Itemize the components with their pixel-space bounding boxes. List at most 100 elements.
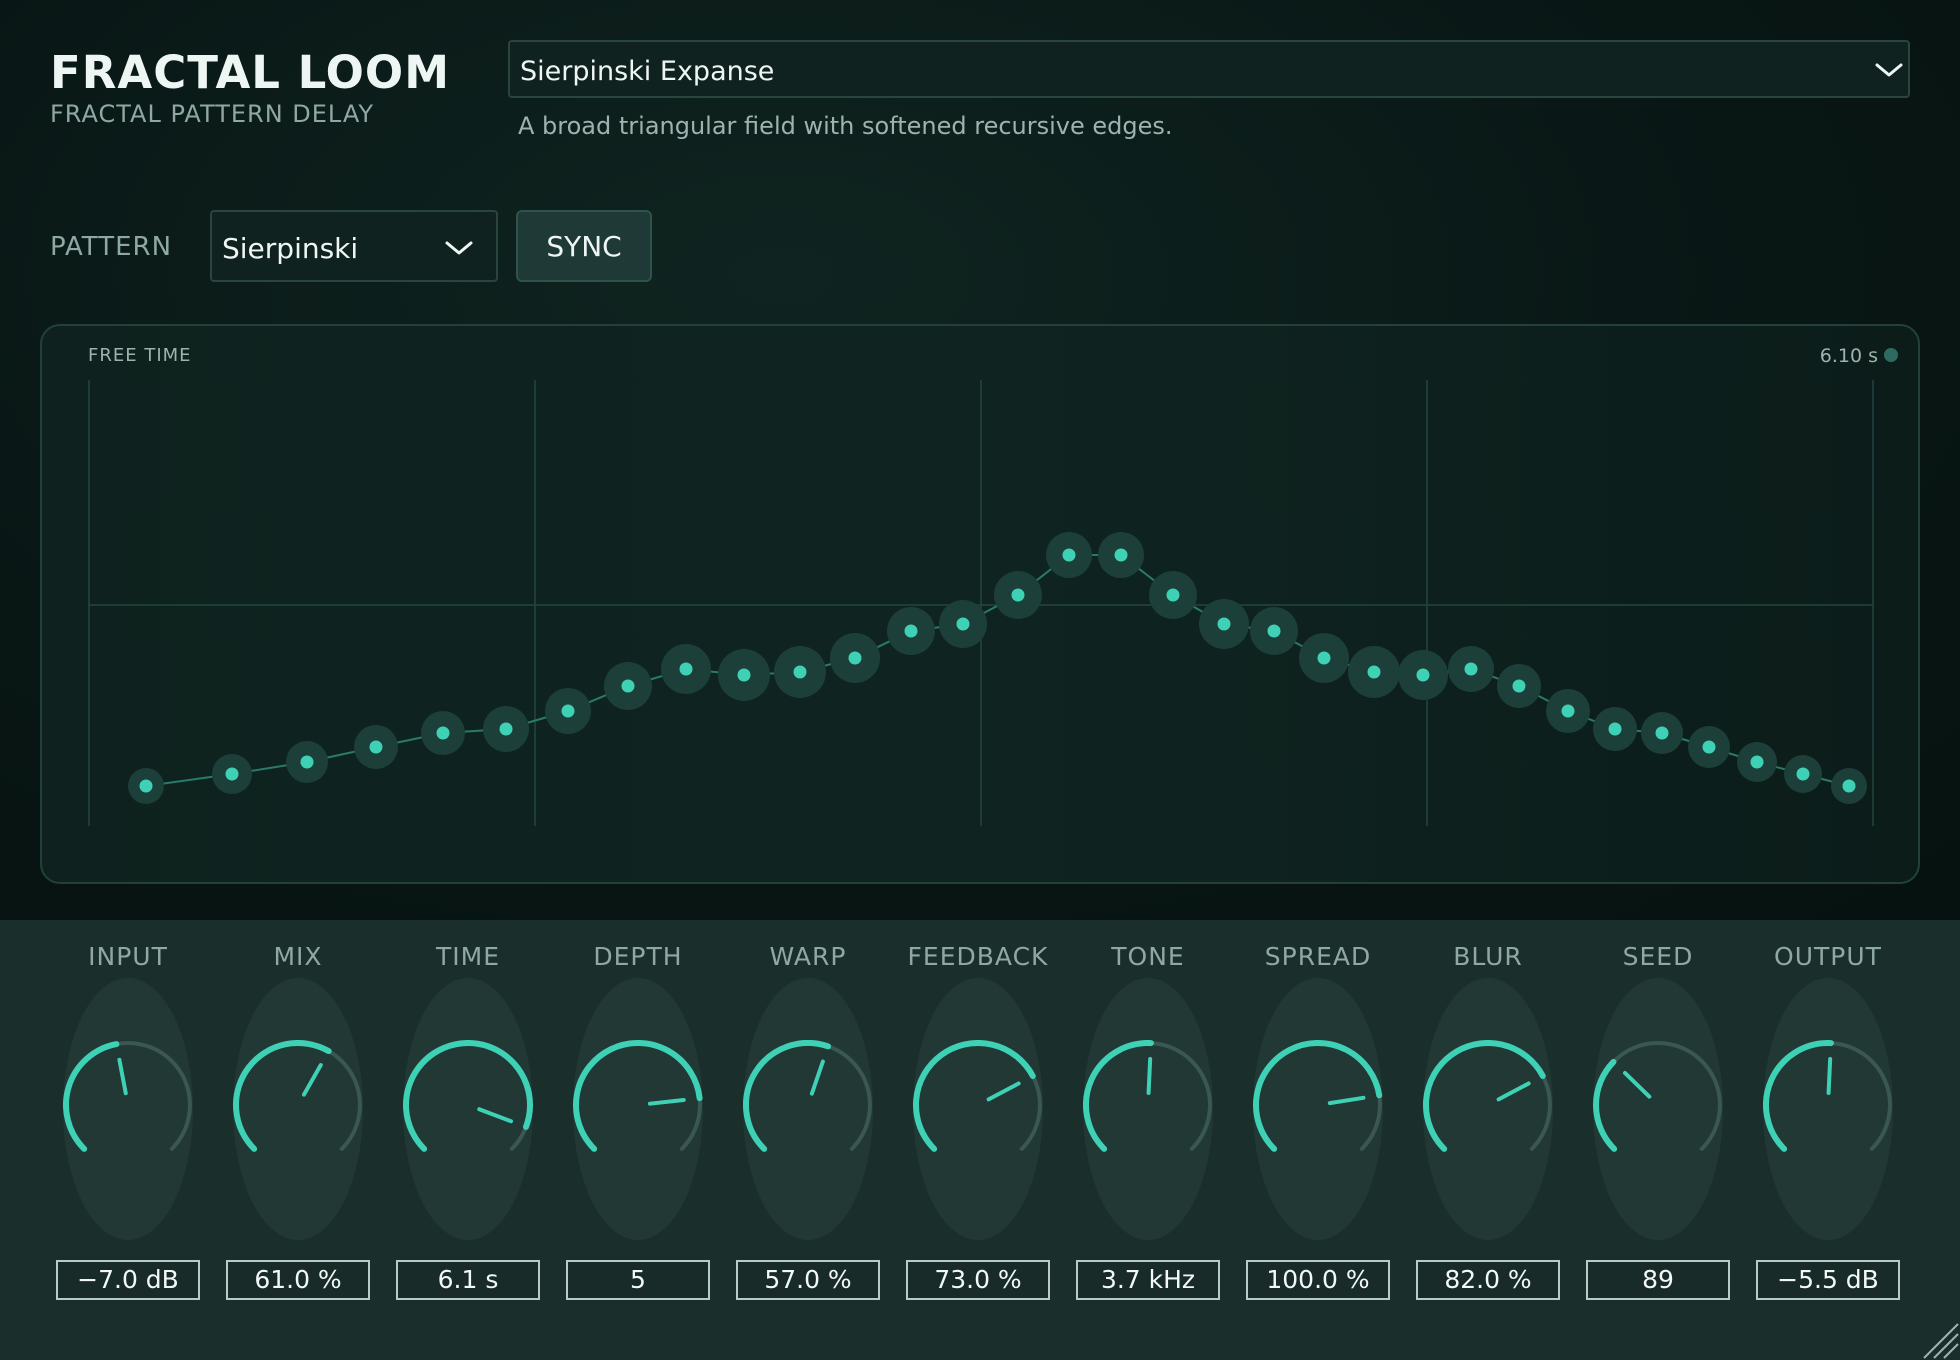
tap-point <box>1367 665 1381 679</box>
knob-label: WARP <box>769 942 847 971</box>
knob-value-arc <box>403 1040 533 1152</box>
knob-label: OUTPUT <box>1774 942 1882 971</box>
knob-mix[interactable] <box>233 1040 363 1170</box>
knob-value-arc <box>63 1041 120 1152</box>
knob-tone[interactable] <box>1083 1040 1213 1170</box>
tap-point <box>1416 668 1430 682</box>
tap-point <box>1011 588 1025 602</box>
tap-point <box>737 668 751 682</box>
tap-point <box>1750 755 1764 769</box>
knob-label: SEED <box>1622 942 1694 971</box>
knob-group-tone: TONE 3.7 kHz <box>1063 920 1233 1360</box>
knob-pointer <box>647 1097 686 1106</box>
knob-pointer <box>301 1063 323 1097</box>
knob-value-field[interactable]: 73.0 % <box>906 1260 1050 1300</box>
knob-pointer <box>1622 1070 1652 1099</box>
knob-group-input: INPUT −7.0 dB <box>43 920 213 1360</box>
knob-warp[interactable] <box>743 1040 873 1170</box>
tap-point <box>1561 704 1575 718</box>
knob-value-field[interactable]: 82.0 % <box>1416 1260 1560 1300</box>
knob-pointer <box>1327 1095 1366 1106</box>
knob-label: INPUT <box>88 942 168 971</box>
knob-group-output: OUTPUT −5.5 dB <box>1743 920 1913 1360</box>
knob-spread[interactable] <box>1253 1040 1383 1170</box>
knob-value-field[interactable]: −5.5 dB <box>1756 1260 1900 1300</box>
tap-point <box>904 624 918 638</box>
tap-point <box>793 665 807 679</box>
knob-value-arc <box>233 1040 332 1152</box>
knob-value-arc <box>1763 1040 1834 1152</box>
tap-point <box>679 662 693 676</box>
knob-input[interactable] <box>63 1040 193 1170</box>
knob-value-field[interactable]: −7.0 dB <box>56 1260 200 1300</box>
knob-group-warp: WARP 57.0 % <box>723 920 893 1360</box>
knob-label: MIX <box>273 942 323 971</box>
tap-point <box>1655 726 1669 740</box>
tap-point <box>369 740 383 754</box>
tap-point <box>1114 548 1128 562</box>
knob-group-mix: MIX 61.0 % <box>213 920 383 1360</box>
tap-point <box>300 755 314 769</box>
knob-value-arc <box>573 1040 703 1152</box>
tap-point <box>1062 548 1076 562</box>
knob-value-arc <box>1083 1040 1154 1152</box>
knob-label: FEEDBACK <box>907 942 1049 971</box>
knob-value-field[interactable]: 3.7 kHz <box>1076 1260 1220 1300</box>
tap-point <box>1796 767 1810 781</box>
knob-value-field[interactable]: 89 <box>1586 1260 1730 1300</box>
knob-label: TONE <box>1111 942 1185 971</box>
knob-pointer <box>809 1059 825 1096</box>
knob-label: TIME <box>435 942 500 971</box>
tap-pattern-graph[interactable] <box>0 0 1960 920</box>
tap-point <box>1842 779 1856 793</box>
knob-group-seed: SEED 89 <box>1573 920 1743 1360</box>
knob-value-field[interactable]: 6.1 s <box>396 1260 540 1300</box>
tap-point <box>1702 740 1716 754</box>
tap-point <box>1608 722 1622 736</box>
knob-feedback[interactable] <box>913 1040 1043 1170</box>
knob-pointer <box>1826 1057 1833 1096</box>
knob-group-blur: BLUR 82.0 % <box>1403 920 1573 1360</box>
tap-point <box>956 617 970 631</box>
knob-label: DEPTH <box>593 942 683 971</box>
knob-value-field[interactable]: 5 <box>566 1260 710 1300</box>
knob-value-arc <box>1423 1040 1546 1152</box>
tap-point <box>225 767 239 781</box>
knob-label: BLUR <box>1453 942 1523 971</box>
knob-seed[interactable] <box>1593 1040 1723 1170</box>
tap-point <box>561 704 575 718</box>
knob-value-field[interactable]: 61.0 % <box>226 1260 370 1300</box>
knob-value-arc <box>913 1040 1036 1152</box>
tap-point <box>436 726 450 740</box>
resize-grip-icon[interactable] <box>1916 1316 1960 1360</box>
tap-point <box>139 779 153 793</box>
knob-pointer <box>986 1081 1021 1102</box>
tap-point <box>1166 588 1180 602</box>
knob-group-feedback: FEEDBACK 73.0 % <box>893 920 1063 1360</box>
knob-track <box>1594 1041 1722 1151</box>
knob-value-field[interactable]: 57.0 % <box>736 1260 880 1300</box>
knob-value-field[interactable]: 100.0 % <box>1246 1260 1390 1300</box>
tap-point <box>848 651 862 665</box>
knob-pointer <box>117 1057 128 1096</box>
knob-pointer <box>477 1107 514 1124</box>
knob-value-arc <box>743 1040 832 1152</box>
knob-group-depth: DEPTH 5 <box>553 920 723 1360</box>
graph-grid <box>88 380 1874 826</box>
tap-halos <box>128 532 1867 804</box>
tap-point <box>1512 679 1526 693</box>
knob-depth[interactable] <box>573 1040 703 1170</box>
tap-point <box>1464 662 1478 676</box>
knob-value-arc <box>1593 1058 1618 1152</box>
tap-point <box>1317 651 1331 665</box>
tap-point <box>1267 624 1281 638</box>
knob-pointer <box>1146 1057 1153 1096</box>
knob-group-spread: SPREAD 100.0 % <box>1233 920 1403 1360</box>
tap-point <box>1217 617 1231 631</box>
knob-value-arc <box>1253 1040 1383 1152</box>
knob-group-time: TIME 6.1 s <box>383 920 553 1360</box>
tap-point <box>499 722 513 736</box>
knob-time[interactable] <box>403 1040 533 1170</box>
knob-output[interactable] <box>1763 1040 1893 1170</box>
knob-blur[interactable] <box>1423 1040 1553 1170</box>
